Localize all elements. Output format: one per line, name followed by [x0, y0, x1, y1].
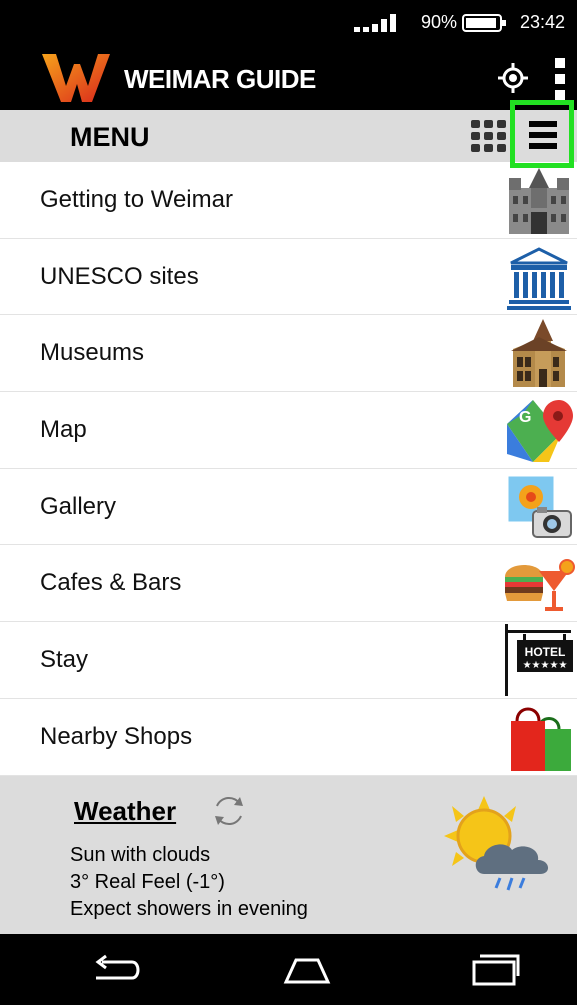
unesco-icon: [507, 247, 571, 310]
shopping-bags-icon: [511, 707, 571, 771]
battery-icon: [462, 14, 506, 32]
hamburger-icon: [529, 121, 557, 149]
weather-temperature: 3° Real Feel (-1°): [70, 871, 225, 893]
menu-item-label: Getting to Weimar: [40, 186, 233, 213]
google-maps-icon: G: [507, 400, 573, 463]
menu-item-map[interactable]: Map G: [0, 392, 577, 469]
burger-cocktail-icon: [505, 559, 575, 612]
menu-item-label: Nearby Shops: [40, 722, 193, 750]
weather-panel: Weather Sun with clouds 3° Real Feel (-1…: [0, 776, 577, 934]
hotel-sign-icon: HOTEL ★★★★★: [505, 624, 573, 697]
menu-item-unesco-sites[interactable]: UNESCO sites: [0, 239, 577, 316]
navigation-bar: [0, 934, 577, 1005]
weather-condition: Sun with clouds: [70, 844, 211, 866]
svg-text:★★★★★: ★★★★★: [523, 660, 568, 671]
menu-title: MENU: [70, 122, 150, 152]
menu-list: Getting to Weimar UNESCO sites Museums M…: [0, 162, 577, 776]
sun-cloud-rain-icon: [444, 796, 549, 891]
svg-text:G: G: [519, 409, 531, 426]
overflow-menu-icon[interactable]: [553, 58, 567, 100]
menu-item-gallery[interactable]: Gallery: [0, 469, 577, 546]
menu-item-label: Cafes & Bars: [40, 569, 182, 597]
locate-icon[interactable]: [498, 63, 528, 93]
signal-icon: [354, 14, 396, 32]
status-bar: 90% 23:42: [0, 0, 577, 46]
list-view-button[interactable]: [510, 100, 574, 168]
menu-item-label: UNESCO sites: [40, 262, 199, 290]
weimar-logo-icon: [42, 54, 110, 102]
app-header: WEIMAR GUIDE: [0, 46, 577, 110]
castle-icon: [509, 168, 569, 234]
weather-title[interactable]: Weather: [74, 796, 176, 827]
home-icon[interactable]: [282, 954, 332, 986]
app-title: WEIMAR GUIDE: [124, 64, 316, 94]
grid-view-icon[interactable]: [470, 117, 508, 155]
svg-text:HOTEL: HOTEL: [525, 645, 566, 659]
menu-item-label: Map: [40, 416, 87, 444]
back-icon[interactable]: [92, 954, 144, 986]
menu-item-museums[interactable]: Museums: [0, 315, 577, 393]
photo-gallery-icon: [505, 473, 572, 538]
battery-percent: 90%: [421, 12, 458, 32]
menu-item-cafes-bars[interactable]: Cafes & Bars: [0, 545, 577, 623]
menu-item-nearby-shops[interactable]: Nearby Shops: [0, 699, 577, 776]
menu-item-label: Stay: [40, 646, 89, 674]
refresh-icon[interactable]: [210, 792, 248, 830]
menu-item-label: Gallery: [40, 492, 117, 520]
menu-bar: MENU: [0, 100, 577, 168]
clock: 23:42: [520, 12, 566, 32]
recents-icon[interactable]: [470, 952, 520, 988]
museum-building-icon: [511, 319, 567, 388]
menu-item-stay[interactable]: Stay HOTEL ★★★★★: [0, 622, 577, 699]
menu-item-getting-to-weimar[interactable]: Getting to Weimar: [0, 162, 577, 239]
menu-item-label: Museums: [40, 339, 145, 367]
weather-forecast: Expect showers in evening: [70, 898, 308, 920]
